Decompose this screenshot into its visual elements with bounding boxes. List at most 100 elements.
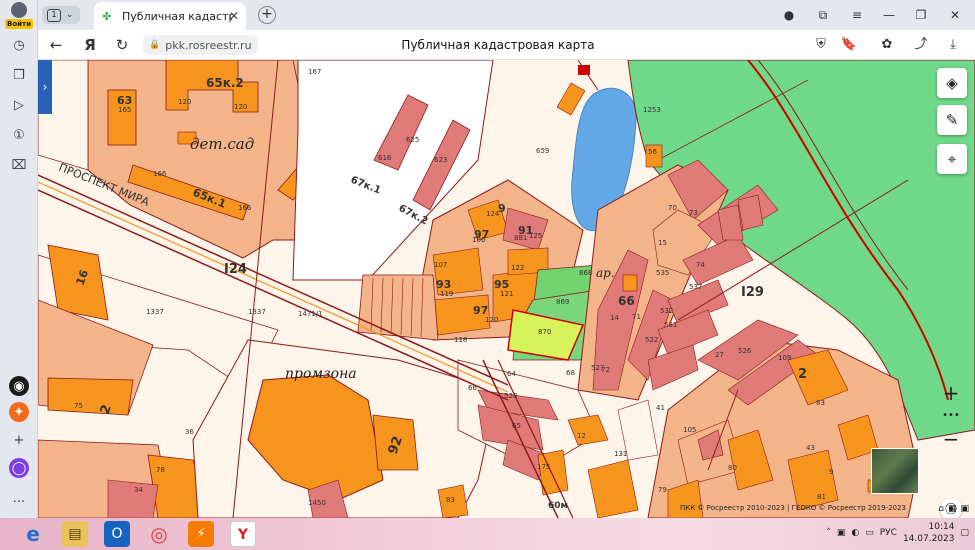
satellite-minimap[interactable] <box>871 448 919 494</box>
parcel-number: 870 <box>538 328 551 336</box>
parcel-number: 526 <box>738 347 752 355</box>
parcel-number: 1253 <box>643 106 661 114</box>
ruler-icon[interactable]: ✎ <box>937 105 967 135</box>
zoom-out-button[interactable]: − <box>935 426 967 452</box>
tab-number-icon[interactable]: ① <box>7 123 31 147</box>
lock-status-icon[interactable]: ⛨ <box>812 36 830 54</box>
tab-active[interactable]: ✤ Публичная кадастровая ✕ <box>94 2 246 30</box>
parcel-number: 83 <box>446 496 455 504</box>
yandex-browser-icon[interactable]: Y <box>230 521 256 547</box>
home-icon[interactable]: ⌂ <box>938 504 944 514</box>
chevron-up-icon[interactable]: ˄ <box>826 528 831 538</box>
collections-icon[interactable]: ❒ <box>7 63 31 87</box>
parcel-number: 75 <box>74 402 83 410</box>
parcel-number: 73 <box>689 209 698 217</box>
parcel-number: 532 <box>660 307 673 315</box>
bookmark-icon[interactable]: 🔖 <box>840 36 858 54</box>
back-icon[interactable]: ← <box>46 35 66 55</box>
history-icon[interactable]: ◷ <box>7 33 31 57</box>
parcel-number: 166 <box>238 204 252 212</box>
profile-icon[interactable]: ● <box>780 6 798 24</box>
minimize-button[interactable]: — <box>880 6 898 24</box>
outlook-icon[interactable]: O <box>104 521 130 547</box>
parcel-number: 165 <box>118 106 131 114</box>
bookmarks-icon[interactable]: ⧉ <box>814 6 832 24</box>
parcel-number: 81 <box>817 493 826 501</box>
login-button[interactable]: Войти <box>2 2 36 29</box>
address-bar: ← Я ↻ 🔒 pkk.rosreestr.ru Публичная кадас… <box>38 30 975 60</box>
parcel-number: 868 <box>579 269 592 277</box>
parcel-number: 522 <box>645 336 658 344</box>
parcel-number: 74 <box>696 261 705 269</box>
more-icon[interactable]: ··· <box>7 490 31 514</box>
parcel-number: 659 <box>536 147 549 155</box>
tab-count: 1 <box>47 8 61 22</box>
alice-icon[interactable]: ◯ <box>9 458 29 478</box>
parcel-numbers: 167120165 120166166616625623659124106 881 1… <box>38 60 833 507</box>
parcel-number: 1471/1 <box>298 310 323 318</box>
yandex-logo-icon[interactable]: Я <box>80 35 100 55</box>
download-icon[interactable]: ⤓ <box>944 36 962 54</box>
parcel-number: 41 <box>656 404 665 412</box>
extension-icon[interactable]: ✿ <box>878 36 896 54</box>
parcel-number: 106 <box>472 236 486 244</box>
chrome-icon[interactable]: ◎ <box>146 521 172 547</box>
parcel-number: 623 <box>434 156 447 164</box>
new-tab-button[interactable]: + <box>258 6 276 24</box>
add-icon[interactable]: + <box>7 428 31 452</box>
parcel-number: 531 <box>664 321 677 329</box>
url-field[interactable]: 🔒 pkk.rosreestr.ru <box>143 35 258 55</box>
parcel-number: 166 <box>153 170 167 178</box>
screenshot-icon[interactable]: ⌧ <box>7 153 31 177</box>
share-icon[interactable]: ⤴ <box>912 36 930 54</box>
video-icon[interactable]: ▷ <box>7 93 31 117</box>
parcel-number: 83 <box>816 399 825 407</box>
screen: Войти ◷ ❒ ▷ ① ⌧ ◉ ✦ + ◯ ··· 1 ⌄ ✤ Публич… <box>0 0 975 550</box>
reload-icon[interactable]: ↻ <box>112 35 132 55</box>
parcel-number: 120 <box>485 316 498 324</box>
zen-icon[interactable]: ✦ <box>9 402 29 422</box>
parcel-number: 43 <box>806 444 815 452</box>
parcel-number: 1337 <box>248 308 266 316</box>
close-window-button[interactable]: ✕ <box>946 6 964 24</box>
chevron-down-icon: ⌄ <box>66 10 74 20</box>
alice-camera-icon[interactable]: ◉ <box>9 376 29 396</box>
grid-icon[interactable]: ▦ <box>948 504 957 514</box>
menu-icon[interactable]: ≡ <box>848 6 866 24</box>
parcel-number: 79 <box>658 486 667 494</box>
notification-icon[interactable]: ▢ <box>960 528 969 538</box>
battery-icon[interactable]: ▭ <box>865 528 874 538</box>
clock[interactable]: 10:14 14.07.2023 <box>903 521 955 545</box>
wifi-icon[interactable]: ▣ <box>837 528 846 538</box>
parcel-number: 36 <box>185 428 194 436</box>
fullscreen-icon[interactable]: ▣ <box>960 504 969 514</box>
locate-icon[interactable]: ⌖ <box>937 144 967 174</box>
yandex-icon-1[interactable]: ⚡ <box>188 521 214 547</box>
parcel-number: 64 <box>507 370 516 378</box>
parcel-number: 125 <box>529 232 542 240</box>
volume-icon[interactable]: ◐ <box>851 528 859 538</box>
parcel-number: 27 <box>715 351 724 359</box>
parcel-number: 105 <box>683 426 696 434</box>
ie-icon[interactable]: e <box>20 521 46 547</box>
parcel-number: 14 <box>610 314 619 322</box>
maximize-button[interactable]: ❐ <box>912 6 930 24</box>
layers-icon[interactable]: ◈ <box>937 68 967 98</box>
clock-date: 14.07.2023 <box>902 534 955 544</box>
avatar-icon <box>11 2 27 18</box>
map-panel-toggle[interactable]: › <box>38 60 52 114</box>
cadastral-map[interactable]: дет.сад промзона ар. ПРОСПЕКТ МИРА I24 I… <box>38 60 975 518</box>
parcel-number: 881 <box>514 234 527 242</box>
clock-time: 10:14 <box>928 522 955 532</box>
zoom-control: + ••• − <box>935 380 967 462</box>
parcel-number: 119 <box>440 290 453 298</box>
parcel-number: 869 <box>556 298 569 306</box>
zoom-more-icon[interactable]: ••• <box>935 406 967 426</box>
parcel-number: 131 <box>614 450 627 458</box>
tab-counter-button[interactable]: 1 ⌄ <box>42 6 80 24</box>
zoom-in-button[interactable]: + <box>935 380 967 406</box>
close-tab-icon[interactable]: ✕ <box>229 9 239 23</box>
system-tray: ˄ ▣ ◐ ▭ РУС 10:14 14.07.2023 ▢ <box>826 521 969 545</box>
language-indicator[interactable]: РУС <box>880 528 897 538</box>
explorer-icon[interactable]: ▤ <box>62 521 88 547</box>
